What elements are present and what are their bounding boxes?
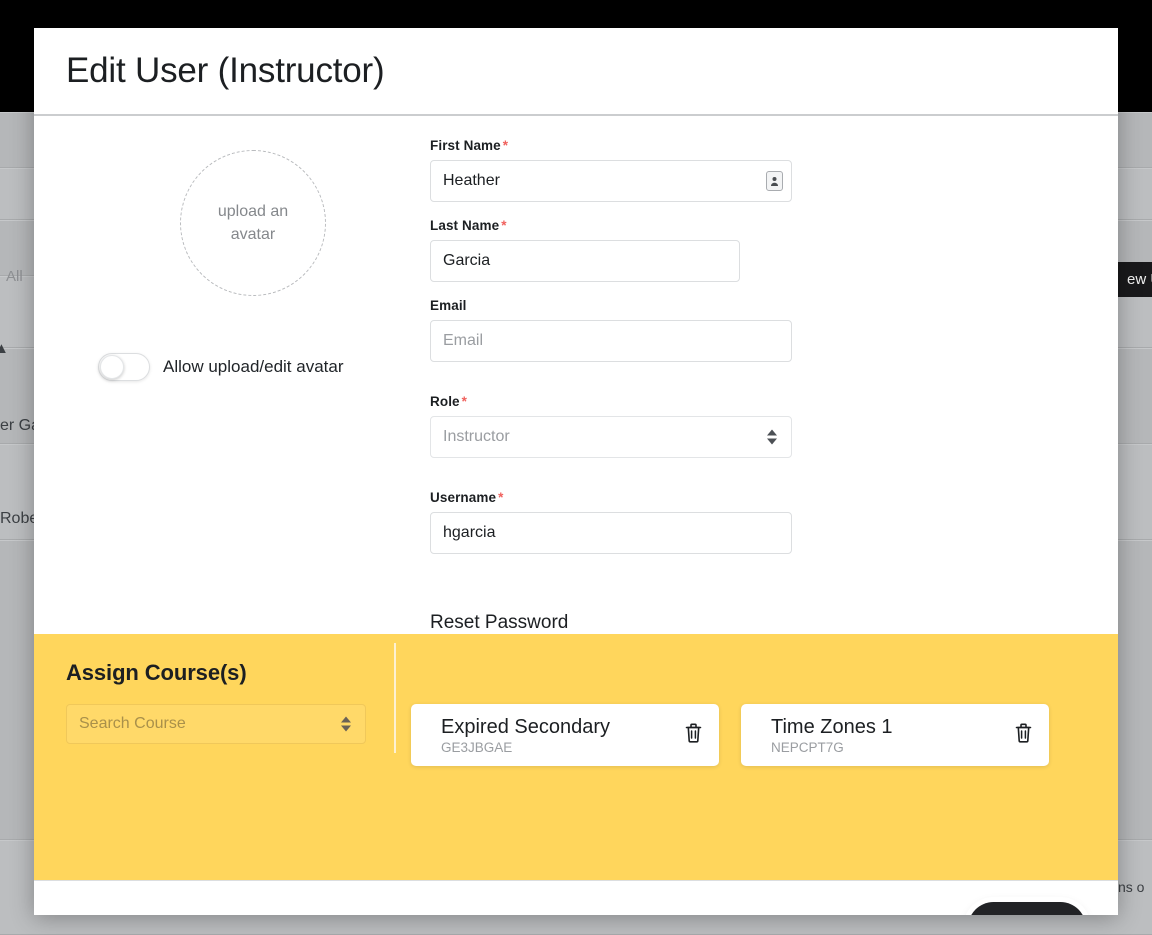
edit-user-modal: Edit User (Instructor) upload an avatar …: [34, 28, 1118, 915]
required-asterisk: *: [498, 490, 504, 505]
email-input[interactable]: [430, 320, 792, 362]
assigned-course-code: GE3JBGAE: [441, 739, 513, 755]
page-root: All ▲ er Ga Robe ns o ew U Edit User (In…: [0, 0, 1152, 935]
assign-courses-title: Assign Course(s): [66, 660, 247, 685]
avatar-placeholder-line1: upload an: [217, 202, 289, 220]
role-select-value: Instructor: [443, 428, 510, 445]
role-select[interactable]: Instructor: [430, 416, 792, 458]
avatar-column: upload an avatar Allow upload/edit avata…: [66, 138, 430, 634]
role-label: Role *: [430, 394, 792, 409]
assigned-course-card: Time Zones 1 NEPCPT7G: [741, 704, 1049, 766]
last-name-label-text: Last Name: [430, 218, 500, 233]
first-name-group: First Name *: [430, 138, 792, 202]
chevron-down-icon: [341, 725, 351, 732]
required-asterisk: *: [461, 394, 468, 409]
last-name-label: Last Name *: [430, 218, 740, 233]
modal-footer: Cancel Save: [34, 880, 1118, 915]
background-row-text: Robe: [0, 510, 39, 527]
username-input[interactable]: [430, 512, 792, 554]
role-label-text: Role: [430, 394, 460, 409]
last-name-input[interactable]: [430, 240, 740, 282]
trash-icon[interactable]: [1014, 722, 1033, 749]
avatar-placeholder-line2: avatar: [230, 226, 276, 243]
search-course-select[interactable]: Search Course: [66, 704, 366, 744]
assign-courses-row: Search Course Expired Secondary GE3JBGAE: [66, 704, 1086, 766]
assigned-course-card: Expired Secondary GE3JBGAE: [411, 704, 719, 766]
assigned-course-info: Expired Secondary GE3JBGAE: [441, 716, 610, 755]
required-asterisk: *: [501, 218, 507, 233]
trash-icon[interactable]: [684, 722, 703, 749]
username-label-text: Username: [430, 490, 497, 505]
autofill-contact-icon[interactable]: [766, 171, 783, 191]
allow-avatar-toggle-row: Allow upload/edit avatar: [98, 353, 430, 381]
assign-courses-section: Assign Course(s) Search Course Expired S…: [34, 634, 1118, 880]
avatar-upload-dropzone[interactable]: upload an avatar: [180, 150, 326, 296]
allow-upload-edit-avatar-label: Allow upload/edit avatar: [163, 357, 344, 376]
fields-column: First Name* Last Name*: [430, 138, 1086, 634]
search-course-placeholder: Search Course: [79, 715, 186, 732]
chevron-up-icon: [341, 716, 351, 723]
modal-body: upload an avatar Allow upload/edit avata…: [34, 116, 1118, 634]
chevron-up-icon: [767, 429, 777, 436]
assigned-courses-list: Expired Secondary GE3JBGAE Time Zones 1 …: [411, 704, 1049, 766]
stepper-arrows-icon: [767, 429, 777, 445]
email-group: Email: [430, 298, 792, 362]
assign-section-divider: [394, 643, 396, 753]
username-group: Username *: [430, 490, 792, 554]
last-name-group: Last Name *: [430, 218, 740, 282]
first-name-input-wrap: [430, 160, 792, 202]
stepper-arrows-icon: [341, 716, 351, 732]
username-label: Username *: [430, 490, 792, 505]
required-asterisk: *: [502, 138, 509, 153]
assigned-course-name: Time Zones 1: [771, 715, 893, 738]
page-title: Edit User (Instructor): [66, 51, 385, 90]
background-sort-indicator[interactable]: ▲: [0, 340, 9, 357]
chevron-down-icon: [767, 438, 777, 445]
modal-header: Edit User (Instructor): [34, 28, 1118, 116]
assigned-course-info: Time Zones 1 NEPCPT7G: [771, 716, 893, 755]
background-filter-all[interactable]: All: [6, 268, 23, 285]
email-label-text: Email: [430, 298, 467, 313]
email-label: Email: [430, 298, 792, 313]
allow-upload-edit-avatar-toggle[interactable]: [98, 353, 150, 381]
assigned-course-code: NEPCPT7G: [771, 739, 844, 755]
save-button[interactable]: Save: [967, 901, 1086, 915]
assigned-course-name: Expired Secondary: [441, 715, 610, 738]
reset-password-wrap: Reset Password: [430, 586, 792, 634]
first-name-label-text: First Name: [430, 138, 501, 153]
reset-password-link[interactable]: Reset Password: [430, 612, 792, 634]
role-group: Role * Instructor: [430, 394, 792, 458]
first-name-label: First Name *: [430, 138, 792, 153]
toggle-knob: [100, 355, 124, 379]
first-name-input[interactable]: [430, 160, 792, 202]
